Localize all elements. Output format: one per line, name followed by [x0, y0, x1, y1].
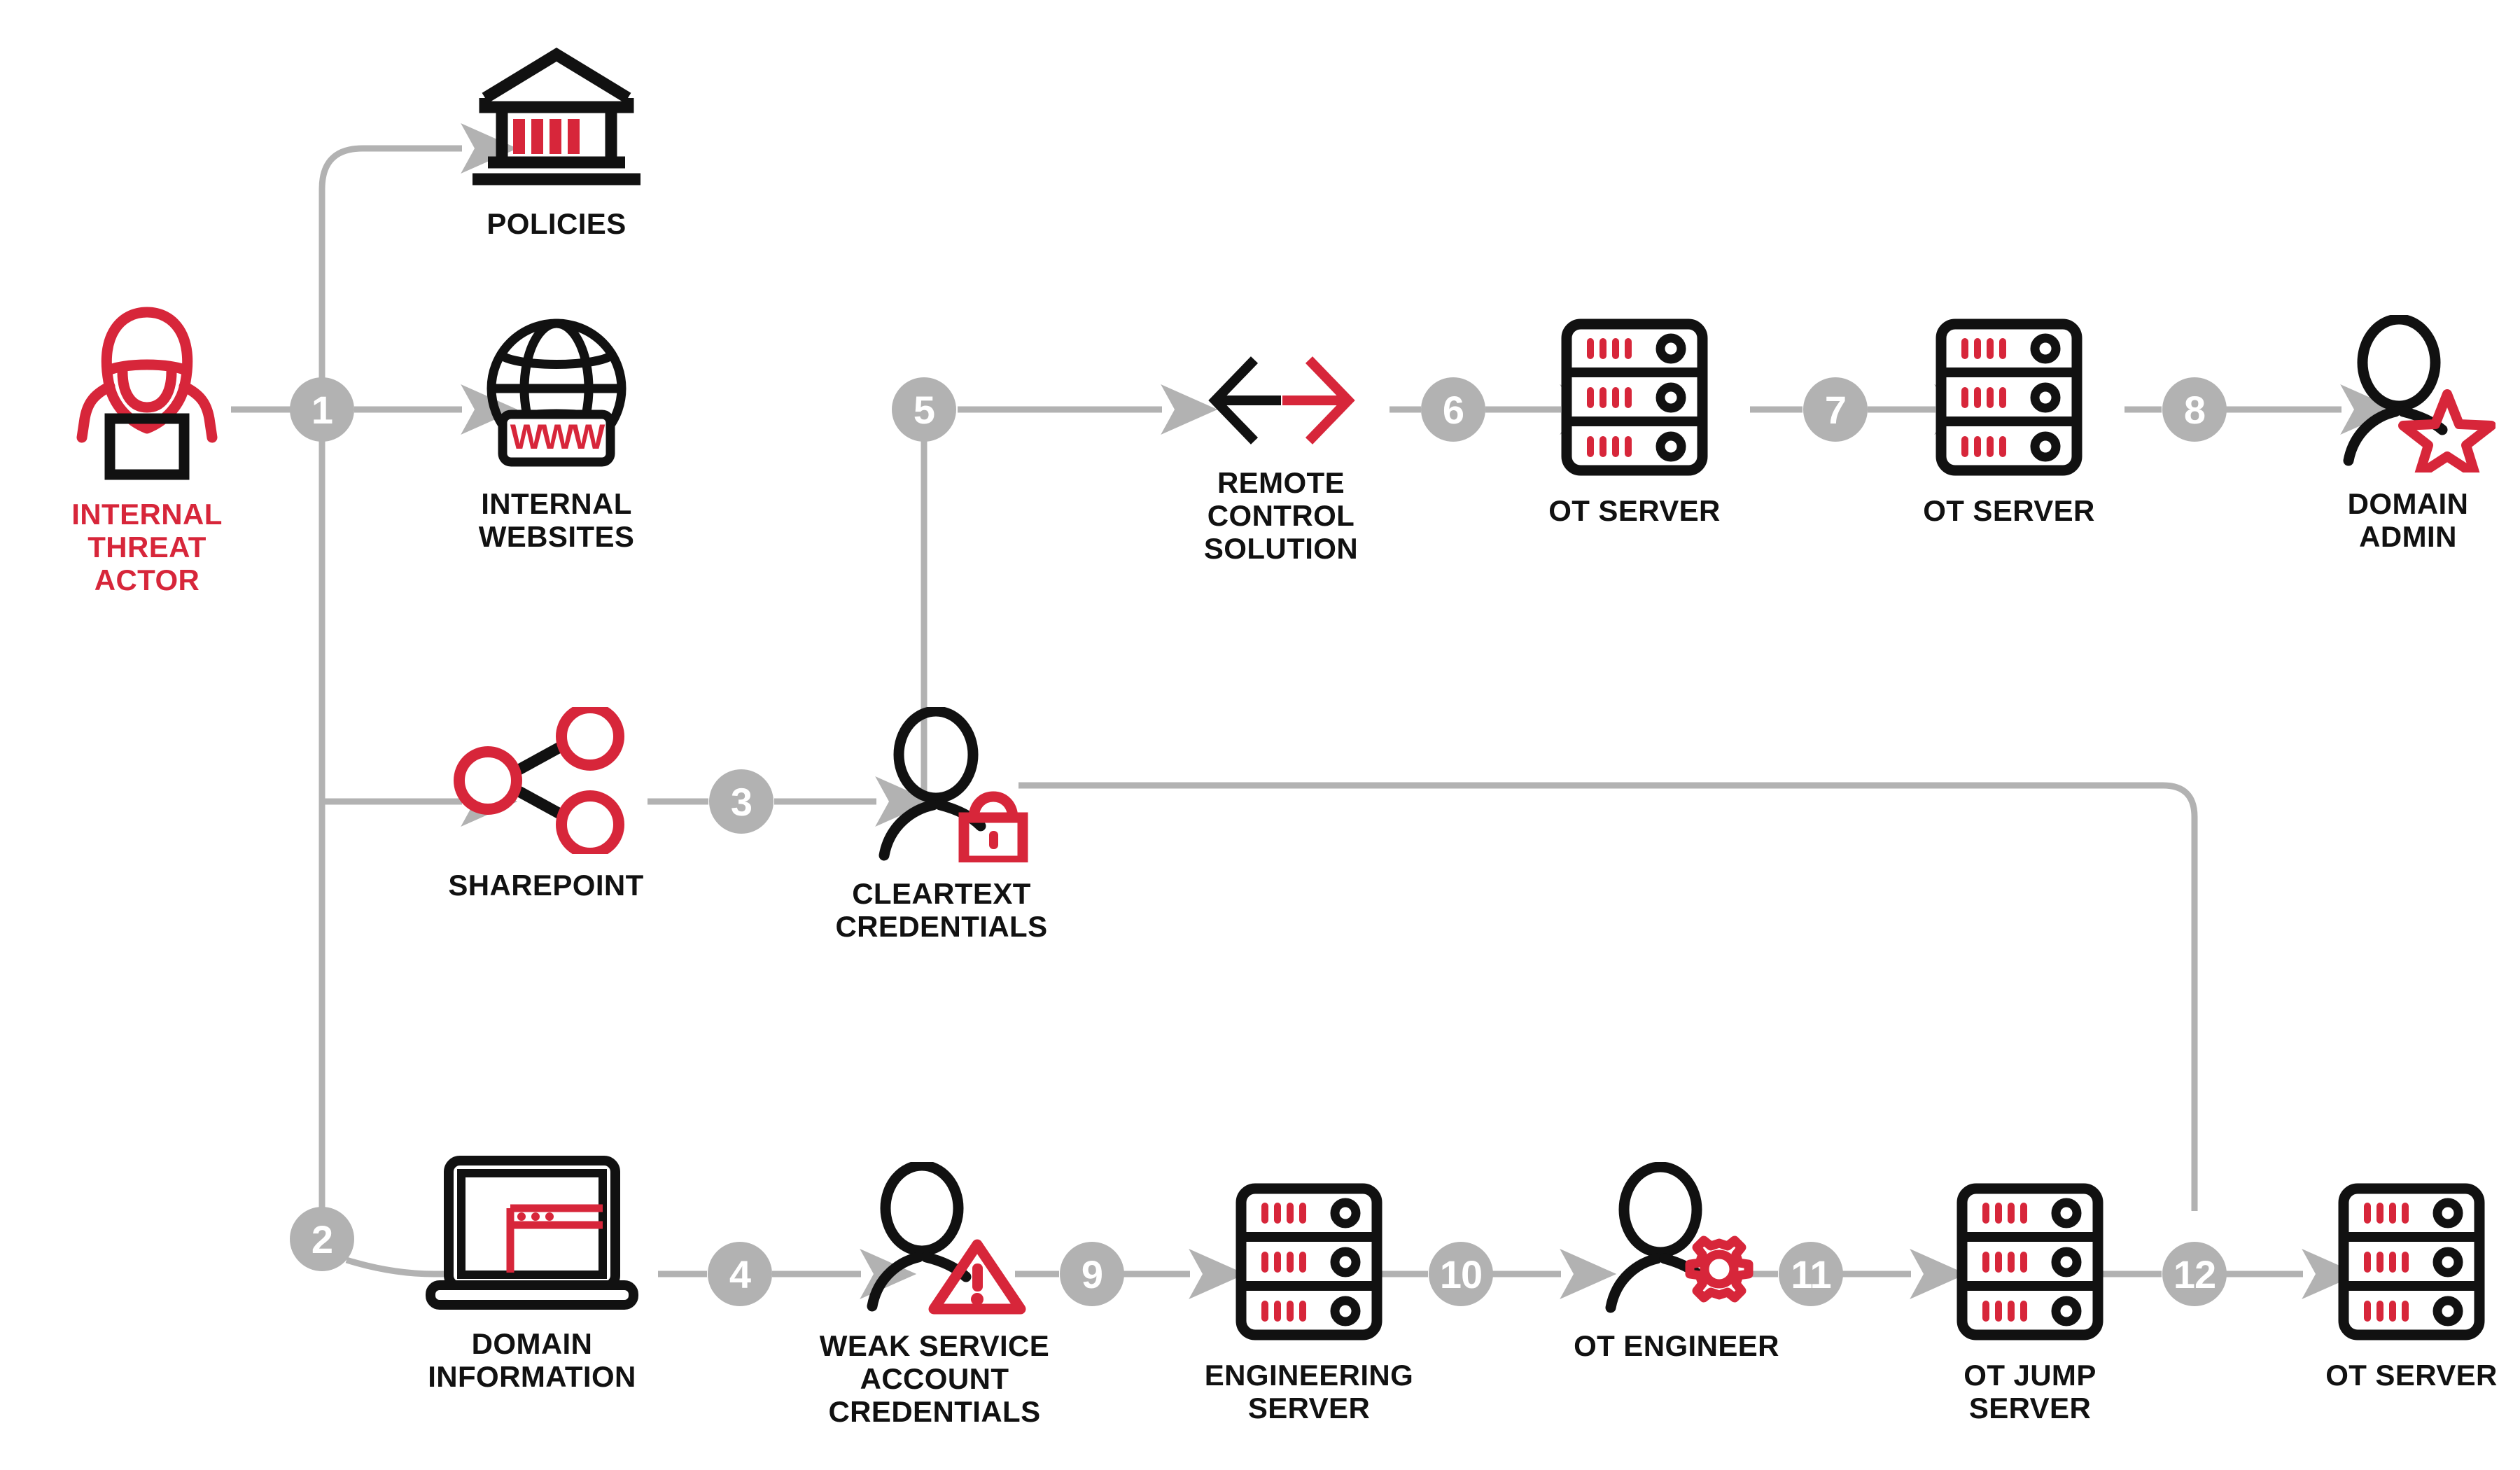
- server-rack-icon: [1932, 315, 2086, 483]
- node-label: CLEARTEXT CREDENTIALS: [835, 877, 1048, 944]
- node-label: OT SERVER: [1923, 494, 2095, 527]
- node-ot-engineer[interactable]: OT ENGINEER: [1561, 1161, 1792, 1362]
- node-ot-server-2[interactable]: OT SERVER: [1890, 315, 2128, 527]
- node-ot-server-3[interactable]: OT SERVER: [2303, 1180, 2520, 1392]
- node-label: OT SERVER: [1548, 494, 1721, 527]
- node-engineering-server[interactable]: ENGINEERING SERVER: [1190, 1180, 1428, 1424]
- node-label: OT ENGINEER: [1574, 1329, 1779, 1362]
- wire-1-policies: [318, 123, 518, 392]
- server-rack-icon: [1232, 1180, 1386, 1348]
- server-rack-icon: [1953, 1180, 2107, 1348]
- step-badge-7[interactable]: 7: [1803, 377, 1868, 442]
- node-label: ENGINEERING SERVER: [1204, 1359, 1414, 1425]
- step-badge-10[interactable]: 10: [1429, 1242, 1493, 1306]
- node-label: POLICIES: [486, 207, 626, 240]
- bidirectional-arrow-icon: [1176, 350, 1386, 455]
- share-nodes-icon: [451, 702, 640, 859]
- user-lock-icon: [850, 706, 1032, 867]
- attack-path-diagram: 1 2 3 4 5 6 7 8 9 10 11 12 INTERNAL THRE…: [0, 0, 2520, 1470]
- node-label: INTERNAL WEBSITES: [478, 487, 635, 554]
- server-rack-icon: [1558, 315, 1712, 483]
- node-label: OT JUMP SERVER: [1963, 1359, 2096, 1425]
- server-rack-icon: [2334, 1180, 2488, 1348]
- hacker-icon: [66, 301, 227, 486]
- node-label: SHAREPOINT: [448, 869, 644, 902]
- step-badge-4[interactable]: 4: [708, 1242, 772, 1306]
- node-domain-admin[interactable]: DOMAIN ADMIN: [2303, 314, 2513, 554]
- node-cleartext-credentials[interactable]: CLEARTEXT CREDENTIALS: [833, 706, 1050, 944]
- wire-creds-to-12: [1018, 782, 2198, 1211]
- node-sharepoint[interactable]: SHAREPOINT: [444, 702, 648, 902]
- node-label: DOMAIN INFORMATION: [428, 1327, 636, 1394]
- node-ot-server-1[interactable]: OT SERVER: [1516, 315, 1754, 527]
- node-weak-service-account-credentials[interactable]: WEAK SERVICE ACCOUNT CREDENTIALS: [819, 1160, 1050, 1429]
- globe-www-icon: WWW: [469, 312, 644, 476]
- step-badge-12[interactable]: 12: [2162, 1242, 2227, 1306]
- svg-text:WWW: WWW: [510, 417, 606, 456]
- bank-building-icon: [458, 42, 654, 196]
- step-badge-8[interactable]: 8: [2162, 377, 2227, 442]
- user-star-icon: [2320, 314, 2496, 479]
- step-badge-3[interactable]: 3: [709, 769, 774, 834]
- node-policies[interactable]: POLICIES: [455, 42, 658, 240]
- node-label: INTERNAL THREAT ACTOR: [71, 498, 223, 597]
- step-badge-5[interactable]: 5: [892, 377, 956, 442]
- node-label: WEAK SERVICE ACCOUNT CREDENTIALS: [819, 1329, 1050, 1429]
- step-badge-2[interactable]: 2: [290, 1207, 354, 1271]
- node-domain-information[interactable]: DOMAIN INFORMATION: [416, 1148, 648, 1393]
- node-label: DOMAIN ADMIN: [2347, 487, 2469, 554]
- user-warning-icon: [840, 1160, 1029, 1318]
- laptop-browser-icon: [416, 1148, 648, 1316]
- node-remote-control-solution[interactable]: REMOTE CONTROL SOLUTION: [1148, 350, 1414, 565]
- node-label: REMOTE CONTROL SOLUTION: [1203, 466, 1359, 566]
- step-badge-9[interactable]: 9: [1060, 1242, 1124, 1306]
- node-internal-websites[interactable]: WWW INTERNAL WEBSITES: [455, 312, 658, 553]
- node-internal-threat-actor[interactable]: INTERNAL THREAT ACTOR: [56, 301, 238, 596]
- step-badge-1[interactable]: 1: [290, 377, 354, 442]
- node-ot-jump-server[interactable]: OT JUMP SERVER: [1911, 1180, 2149, 1424]
- step-badge-6[interactable]: 6: [1421, 377, 1485, 442]
- user-gear-icon: [1582, 1161, 1771, 1318]
- node-label: OT SERVER: [2325, 1359, 2498, 1392]
